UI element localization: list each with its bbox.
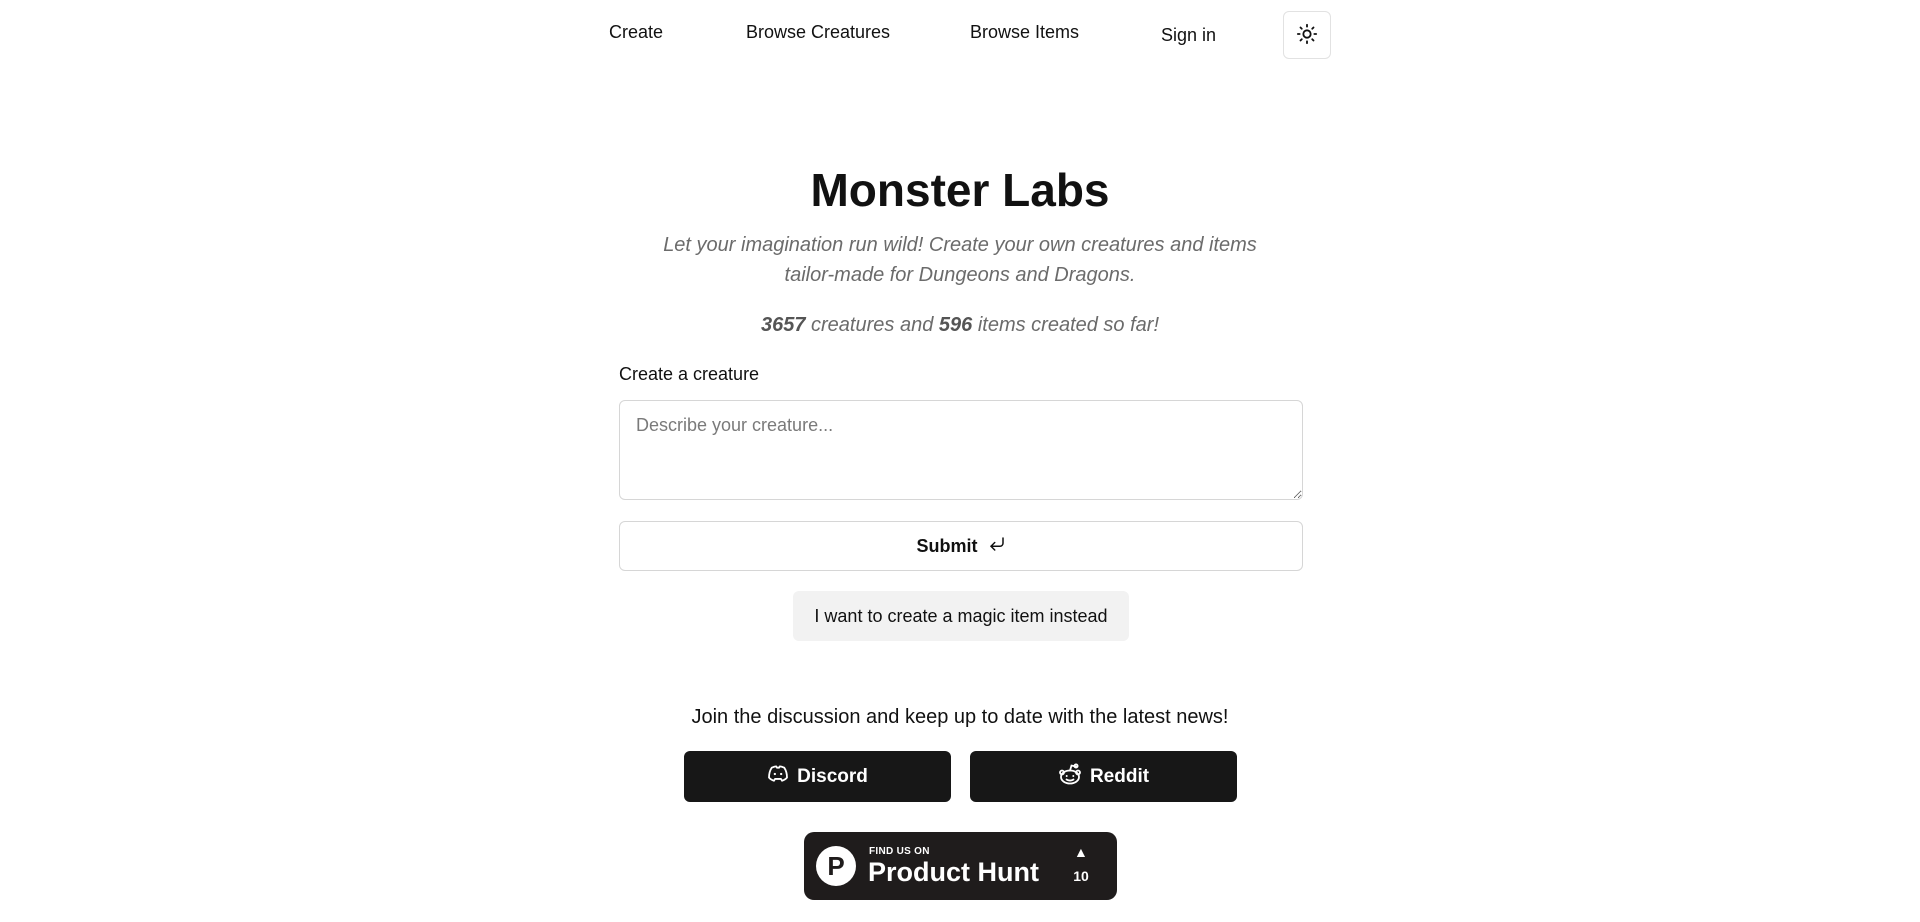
create-creature-label: Create a creature xyxy=(619,364,760,384)
submit-label: Submit xyxy=(916,535,978,556)
discord-label: Discord xyxy=(797,765,868,787)
upvote-count: 10 xyxy=(1073,868,1089,884)
product-hunt-badge[interactable]: P FIND US ON Product Hunt ▲ 10 xyxy=(804,832,1117,900)
reddit-button[interactable]: Reddit xyxy=(970,751,1237,802)
items-count: 596 xyxy=(938,314,973,336)
product-hunt-name: Product Hunt xyxy=(868,857,1039,887)
top-nav: Create Browse Creatures Browse Items Sig… xyxy=(0,0,1920,72)
enter-arrow-icon xyxy=(988,535,1006,558)
sign-in-link[interactable]: Sign in xyxy=(1161,25,1216,46)
tagline: Let your imagination run wild! Create yo… xyxy=(663,234,1257,286)
creatures-count: 3657 xyxy=(760,314,806,336)
theme-toggle-button[interactable] xyxy=(1283,11,1331,59)
nav-link-browse-items[interactable]: Browse Items xyxy=(970,22,1079,43)
creatures-text: creatures and xyxy=(805,314,939,336)
items-text: items created so far! xyxy=(972,314,1160,336)
product-hunt-logo: P xyxy=(816,846,856,886)
nav-link-browse-creatures[interactable]: Browse Creatures xyxy=(746,22,890,43)
community-heading: Join the discussion and keep up to date … xyxy=(691,706,1229,728)
reddit-label: Reddit xyxy=(1089,765,1150,787)
creature-description-input[interactable] xyxy=(619,400,1303,500)
sun-icon xyxy=(1296,23,1318,48)
reddit-icon xyxy=(1058,762,1082,791)
page-title: Monster Labs xyxy=(810,164,1110,216)
discord-button[interactable]: Discord xyxy=(684,751,951,802)
creation-stats: 3657 creatures and 596 items created so … xyxy=(0,311,1920,339)
discord-icon xyxy=(767,764,789,789)
product-hunt-small-text: FIND US ON xyxy=(869,846,930,857)
nav-link-create[interactable]: Create xyxy=(609,22,663,43)
submit-button[interactable]: Submit xyxy=(619,521,1303,571)
create-magic-item-button[interactable]: I want to create a magic item instead xyxy=(793,591,1129,641)
upvote-arrow-icon: ▲ xyxy=(1074,844,1088,860)
